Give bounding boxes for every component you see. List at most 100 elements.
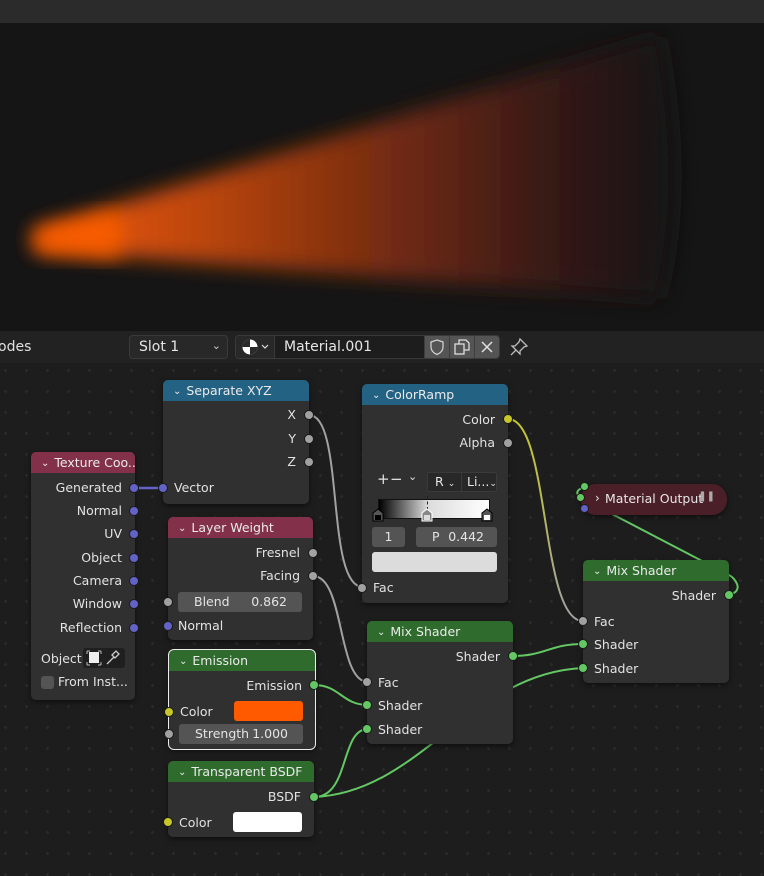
socket-emission[interactable] xyxy=(309,680,319,690)
emission-color-swatch[interactable] xyxy=(234,701,303,721)
socket-color[interactable] xyxy=(164,707,174,717)
pin-button[interactable] xyxy=(509,337,529,357)
chevron-down-icon[interactable]: ⌄ xyxy=(173,381,181,401)
socket-generated[interactable] xyxy=(129,483,139,493)
chevron-down-icon[interactable]: ⌄ xyxy=(178,518,186,538)
socket-shader-out[interactable] xyxy=(508,651,518,661)
node-material-output[interactable]: › Material Output ❚❚ xyxy=(576,482,727,515)
color-stop-0[interactable] xyxy=(372,508,384,522)
color-mode-dropdown[interactable]: R ⌄ xyxy=(428,473,462,491)
chevron-down-icon[interactable]: ⌄ xyxy=(372,385,380,405)
socket-normal[interactable] xyxy=(163,621,173,631)
link-emission-shader xyxy=(313,684,369,706)
node-header[interactable]: ⌄ Transparent BSDF xyxy=(168,761,314,782)
socket-vector[interactable] xyxy=(158,483,168,493)
material-name-field[interactable]: Material.001 xyxy=(275,336,424,358)
node-header[interactable]: ⌄ Mix Shader xyxy=(367,621,513,642)
socket-label-shader-2: Shader xyxy=(594,661,639,676)
active-stop-index[interactable]: 1 xyxy=(372,527,405,547)
node-color-ramp[interactable]: ⌄ ColorRamp Color Alpha + − ⌄ R ⌄ Li...⌄ 1… xyxy=(357,384,513,603)
chevron-down-icon[interactable]: ⌄ xyxy=(179,651,187,671)
ramp-mode-group: R ⌄ Li...⌄ xyxy=(427,472,497,492)
editor-type-label[interactable]: odes xyxy=(0,339,31,355)
duplicate-material-button[interactable] xyxy=(449,336,474,358)
stop-position-field[interactable]: P 0.442 xyxy=(416,527,497,547)
socket-window[interactable] xyxy=(129,599,139,609)
add-stop-button[interactable]: + xyxy=(377,470,390,488)
node-emission[interactable]: ⌄ Emission Emission Color Strength 1.000 xyxy=(164,649,319,750)
socket-shader-2[interactable] xyxy=(578,663,588,673)
socket-normal[interactable] xyxy=(129,506,139,516)
node-header[interactable]: ⌄ ColorRamp xyxy=(362,384,508,405)
socket-strength[interactable] xyxy=(164,729,174,739)
color-label: Color xyxy=(180,704,213,719)
active-stop-color-swatch[interactable] xyxy=(372,552,497,572)
socket-blend[interactable] xyxy=(163,597,173,607)
browse-material-button[interactable] xyxy=(236,336,275,358)
socket-fresnel[interactable] xyxy=(308,548,318,558)
remove-stop-button[interactable]: − xyxy=(390,470,403,488)
color-stop-1-active[interactable] xyxy=(421,508,433,522)
from-instancer-checkbox[interactable] xyxy=(41,676,54,689)
node-header[interactable]: ⌄ Emission xyxy=(169,650,315,671)
node-mix-shader-2[interactable]: ⌄ Mix Shader Shader Fac Shader Shader xyxy=(578,560,734,683)
node-separate-xyz[interactable]: ⌄ Separate XYZ X Y Z Vector xyxy=(158,380,314,504)
socket-x[interactable] xyxy=(304,410,314,420)
render-viewport[interactable] xyxy=(0,23,764,331)
socket-label-camera: Camera xyxy=(72,573,122,588)
node-layer-weight[interactable]: ⌄ Layer Weight Fresnel Facing Blend 0.862… xyxy=(163,517,318,640)
socket-surface[interactable] xyxy=(580,482,589,491)
socket-color[interactable] xyxy=(503,414,513,424)
fake-user-button[interactable] xyxy=(424,336,449,358)
socket-shader-out[interactable] xyxy=(724,590,734,600)
node-title: Transparent BSDF xyxy=(191,764,303,779)
object-picker[interactable] xyxy=(83,648,125,668)
node-drag-handle-icon[interactable]: ❚❚ xyxy=(698,491,715,502)
socket-reflection[interactable] xyxy=(129,623,139,633)
node-header[interactable]: ⌄ Mix Shader xyxy=(583,560,729,581)
ramp-menu-chevron-icon[interactable]: ⌄ xyxy=(408,470,417,483)
node-title: Mix Shader xyxy=(390,624,461,639)
transparent-color-swatch[interactable] xyxy=(233,812,302,832)
close-icon xyxy=(481,341,493,353)
chevron-down-icon[interactable]: ⌄ xyxy=(41,453,49,473)
socket-camera[interactable] xyxy=(129,576,139,586)
socket-color[interactable] xyxy=(163,817,173,827)
blend-field[interactable]: Blend 0.862 xyxy=(178,592,302,612)
color-stop-2[interactable] xyxy=(481,508,493,522)
socket-shader-2[interactable] xyxy=(362,724,372,734)
slot-dropdown[interactable]: Slot 1 ⌄ xyxy=(129,335,228,359)
node-texture-coordinate[interactable]: ⌄ Texture Coo... Generated Normal UV Obje… xyxy=(31,452,139,700)
node-mix-shader-1[interactable]: ⌄ Mix Shader Shader Fac Shader Shader xyxy=(362,621,518,744)
chevron-down-icon[interactable]: ⌄ xyxy=(178,762,186,782)
chevron-right-icon[interactable]: › xyxy=(595,491,600,505)
socket-volume[interactable] xyxy=(576,493,585,502)
socket-shader-1[interactable] xyxy=(578,639,588,649)
strength-field[interactable]: Strength 1.000 xyxy=(179,724,303,744)
node-header[interactable]: ⌄ Separate XYZ xyxy=(163,380,309,401)
socket-facing[interactable] xyxy=(308,571,318,581)
chevron-down-icon: ⌄ xyxy=(447,479,456,489)
chevron-down-icon[interactable]: ⌄ xyxy=(377,622,385,642)
socket-z[interactable] xyxy=(304,457,314,467)
interpolation-dropdown[interactable]: Li...⌄ xyxy=(463,473,497,491)
socket-label-shader-1: Shader xyxy=(378,698,423,713)
node-transparent-bsdf[interactable]: ⌄ Transparent BSDF BSDF Color xyxy=(163,761,319,837)
socket-bsdf[interactable] xyxy=(309,792,319,802)
socket-shader-1[interactable] xyxy=(362,700,372,710)
socket-y[interactable] xyxy=(304,434,314,444)
socket-fac[interactable] xyxy=(357,583,367,593)
node-header[interactable]: ⌄ Layer Weight xyxy=(168,517,313,538)
unlink-material-button[interactable] xyxy=(474,336,499,358)
node-header[interactable]: ⌄ Texture Coo... xyxy=(31,452,135,473)
socket-displacement[interactable] xyxy=(580,504,589,513)
socket-object[interactable] xyxy=(129,553,139,563)
node-editor-canvas[interactable]: ⌄ Texture Coo... Generated Normal UV Obje… xyxy=(0,363,764,876)
link-x-fac xyxy=(308,414,364,588)
socket-alpha[interactable] xyxy=(503,438,513,448)
socket-fac[interactable] xyxy=(578,616,588,626)
socket-fac[interactable] xyxy=(362,677,372,687)
socket-uv[interactable] xyxy=(129,529,139,539)
chevron-down-icon[interactable]: ⌄ xyxy=(593,561,601,581)
color-mode-value: R xyxy=(435,474,444,489)
